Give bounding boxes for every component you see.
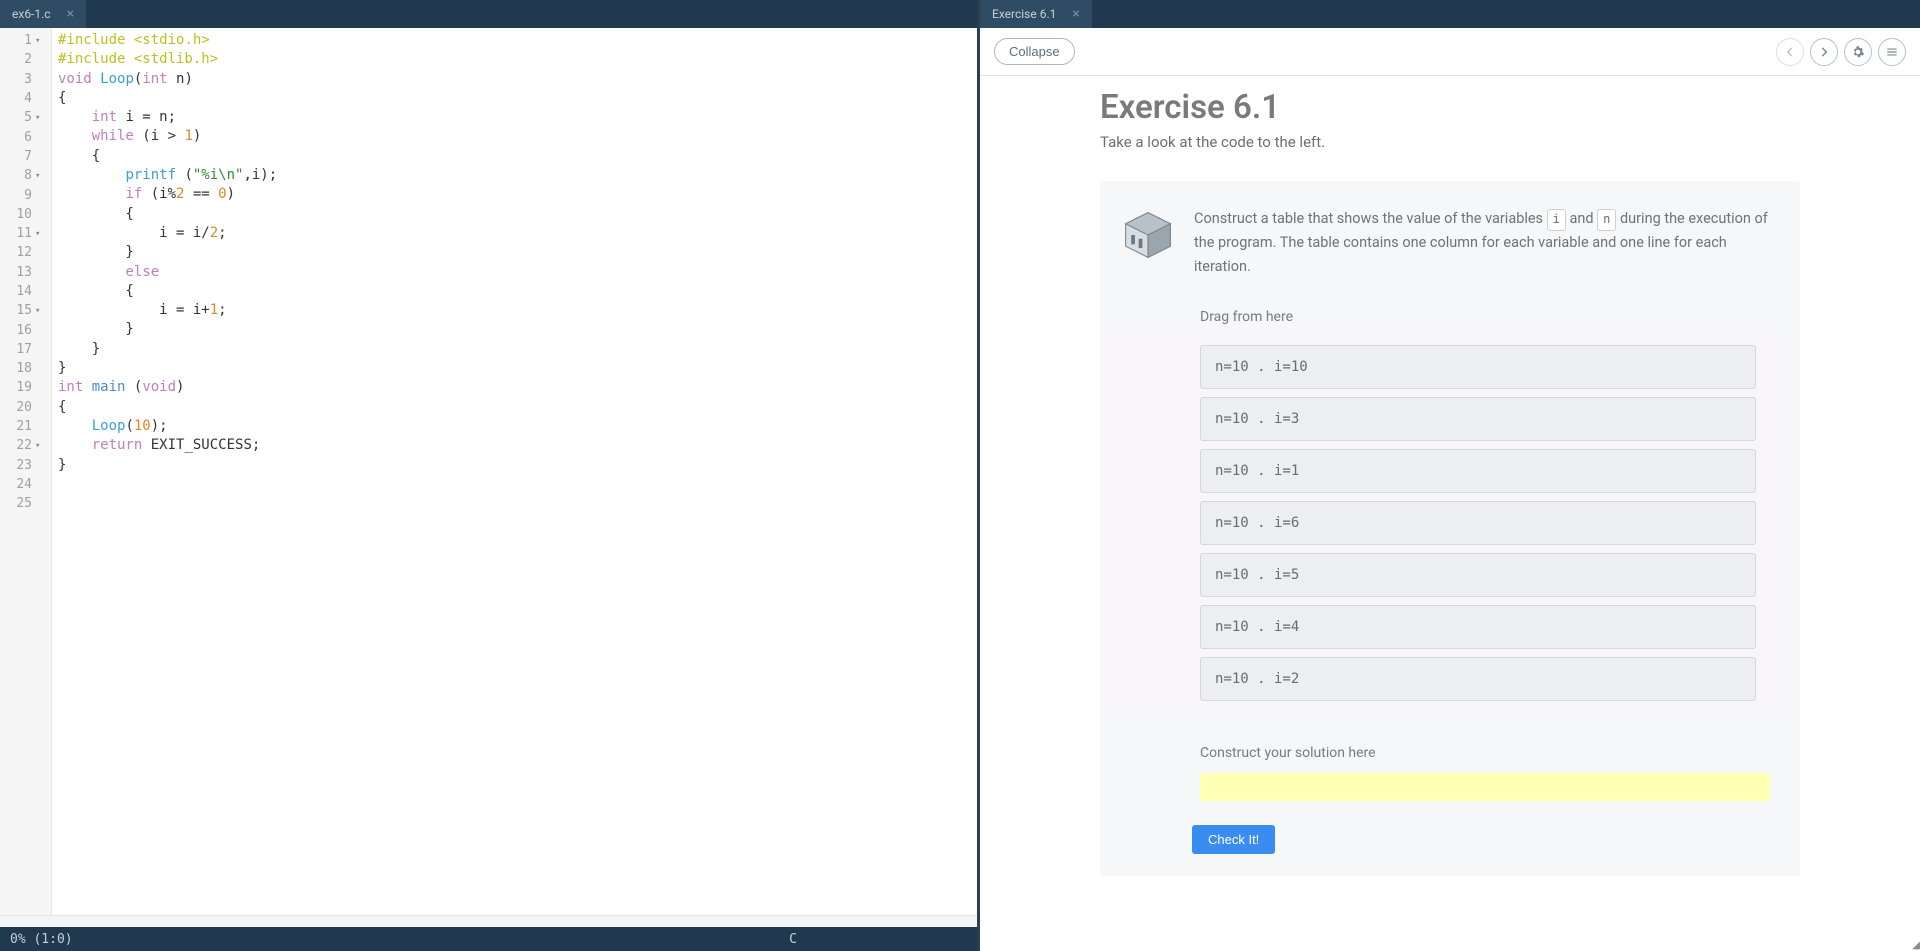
editor-pane: ex6-1.c × 1▾2 3 4 5▾6 7 8▾9 10 11▾12 13 … <box>0 0 980 951</box>
gutter-line: 9 <box>0 185 51 204</box>
gutter-line: 4 <box>0 89 51 108</box>
exercise-content: Exercise 6.1 Take a look at the code to … <box>980 76 1920 896</box>
gutter-line: 22▾ <box>0 436 51 455</box>
cube-icon <box>1120 207 1176 263</box>
exercise-pane: Exercise 6.1 × Collapse Exercise 6.1 Tak… <box>980 0 1920 951</box>
check-button[interactable]: Check It! <box>1192 825 1275 854</box>
collapse-button[interactable]: Collapse <box>994 38 1075 65</box>
gutter-line: 16 <box>0 320 51 339</box>
drag-from-label: Drag from here <box>1100 293 1800 335</box>
close-icon[interactable]: × <box>1072 6 1079 22</box>
status-language: C <box>789 932 797 947</box>
status-bar: 0% (1:0) C <box>0 927 977 951</box>
chevron-right-icon <box>1817 45 1831 59</box>
drag-option[interactable]: n=10 . i=6 <box>1200 501 1756 545</box>
instruction-text: Construct a table that shows the value o… <box>1194 207 1770 279</box>
hamburger-icon <box>1885 45 1899 59</box>
drag-option[interactable]: n=10 . i=5 <box>1200 553 1756 597</box>
gutter-line: 3 <box>0 70 51 89</box>
prev-button <box>1776 38 1804 66</box>
gutter-line: 15▾ <box>0 301 51 320</box>
line-gutter: 1▾2 3 4 5▾6 7 8▾9 10 11▾12 13 14 15▾16 1… <box>0 28 52 915</box>
gutter-line: 5▾ <box>0 108 51 127</box>
drag-option[interactable]: n=10 . i=10 <box>1200 345 1756 389</box>
kbd-n: n <box>1597 209 1616 231</box>
gutter-line: 2 <box>0 50 51 69</box>
editor-tab-label: ex6-1.c <box>12 7 51 21</box>
gutter-line: 12 <box>0 243 51 262</box>
close-icon[interactable]: × <box>67 6 74 22</box>
drag-option[interactable]: n=10 . i=4 <box>1200 605 1756 649</box>
drag-option[interactable]: n=10 . i=3 <box>1200 397 1756 441</box>
exercise-tab[interactable]: Exercise 6.1 × <box>980 0 1092 28</box>
settings-button[interactable] <box>1844 38 1872 66</box>
gutter-line: 19 <box>0 378 51 397</box>
instruction-mid: and <box>1566 210 1597 227</box>
panel-head: Construct a table that shows the value o… <box>1100 207 1800 293</box>
exercise-panel: Construct a table that shows the value o… <box>1100 181 1800 876</box>
drag-option[interactable]: n=10 . i=1 <box>1200 449 1756 493</box>
drop-zone[interactable] <box>1200 773 1770 801</box>
toolbar-right <box>1776 38 1906 66</box>
resize-corner-icon: ◢ <box>1906 937 1920 951</box>
gutter-line: 6 <box>0 127 51 146</box>
exercise-title: Exercise 6.1 <box>1100 88 1800 127</box>
gutter-line: 7 <box>0 147 51 166</box>
gutter-line: 13 <box>0 263 51 282</box>
kbd-i: i <box>1547 209 1566 231</box>
gutter-line: 14 <box>0 282 51 301</box>
gutter-line: 18 <box>0 359 51 378</box>
gear-icon <box>1851 45 1865 59</box>
exercise-toolbar: Collapse <box>980 28 1920 76</box>
gutter-line: 8▾ <box>0 166 51 185</box>
exercise-subtitle: Take a look at the code to the left. <box>1100 133 1800 151</box>
menu-button[interactable] <box>1878 38 1906 66</box>
horizontal-scrollbar[interactable] <box>0 915 977 927</box>
editor-tab-bar: ex6-1.c × <box>0 0 977 28</box>
gutter-line: 17 <box>0 340 51 359</box>
exercise-tab-bar: Exercise 6.1 × <box>980 0 1920 28</box>
gutter-line: 10 <box>0 205 51 224</box>
construct-label: Construct your solution here <box>1100 711 1800 773</box>
next-button[interactable] <box>1810 38 1838 66</box>
code-area[interactable]: 1▾2 3 4 5▾6 7 8▾9 10 11▾12 13 14 15▾16 1… <box>0 28 977 915</box>
gutter-line: 23 <box>0 456 51 475</box>
status-position: 0% (1:0) <box>10 932 73 947</box>
drag-source-list: n=10 . i=10 n=10 . i=3 n=10 . i=1 n=10 . i=… <box>1100 335 1786 711</box>
instruction-pre: Construct a table that shows the value o… <box>1194 210 1547 227</box>
gutter-line: 25 <box>0 494 51 513</box>
gutter-line: 24 <box>0 475 51 494</box>
editor-tab[interactable]: ex6-1.c × <box>0 0 86 28</box>
check-wrap: Check It! <box>1100 801 1800 854</box>
code-content[interactable]: #include <stdio.h>#include <stdlib.h>voi… <box>52 28 977 915</box>
chevron-left-icon <box>1783 45 1797 59</box>
drag-option[interactable]: n=10 . i=2 <box>1200 657 1756 701</box>
gutter-line: 1▾ <box>0 31 51 50</box>
gutter-line: 11▾ <box>0 224 51 243</box>
gutter-line: 20 <box>0 398 51 417</box>
gutter-line: 21 <box>0 417 51 436</box>
exercise-scroll[interactable]: Exercise 6.1 Take a look at the code to … <box>980 76 1920 951</box>
exercise-tab-label: Exercise 6.1 <box>992 7 1056 21</box>
